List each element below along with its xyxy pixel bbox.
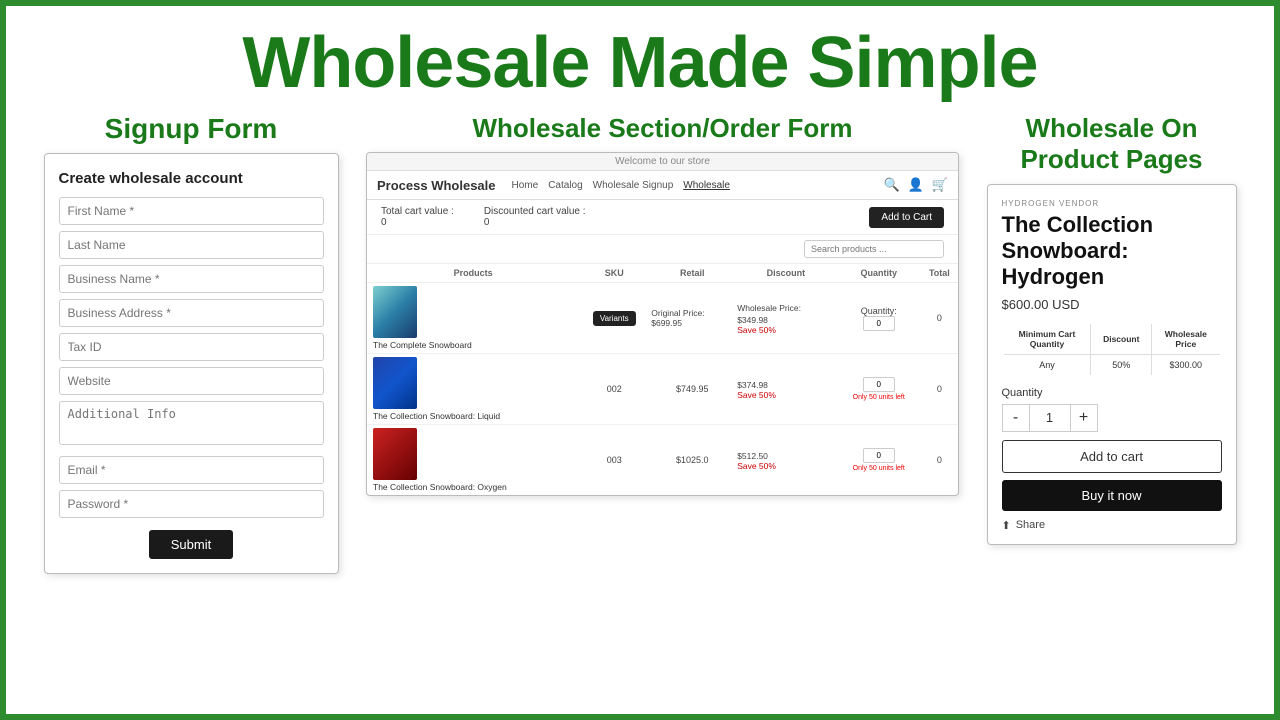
share-icon: ⬆	[1002, 519, 1011, 532]
qty-note-2: Only 50 units left	[839, 394, 919, 401]
account-icon[interactable]: 👤	[908, 177, 924, 193]
wc-brand: Process Wholesale	[377, 178, 496, 193]
section-wholesale-order: Wholesale Section/Order Form Welcome to …	[366, 113, 959, 496]
product-total-3: 0	[921, 425, 958, 496]
product-retail-1: Original Price: $699.95	[649, 283, 735, 354]
product-image-3	[373, 428, 417, 480]
product-sku-2: 002	[579, 354, 649, 425]
table-row: The Collection Snowboard: Liquid 002 $74…	[367, 354, 958, 425]
last-name-input[interactable]	[59, 231, 324, 259]
variants-button-1[interactable]: Variants	[593, 311, 636, 326]
email-input[interactable]	[59, 456, 324, 484]
qty-input-2[interactable]	[863, 377, 895, 392]
qty-plus-button[interactable]: +	[1070, 404, 1098, 432]
pc-wholesale-price-val: $300.00	[1152, 354, 1221, 376]
product-retail-3: $1025.0	[649, 425, 735, 496]
section-product-title: Wholesale OnProduct Pages	[1020, 113, 1202, 175]
product-image-1	[373, 286, 417, 338]
signup-card: Create wholesale account Submit	[44, 153, 339, 574]
search-icon[interactable]: 🔍	[883, 177, 899, 193]
product-quantity-1: Quantity:	[837, 283, 921, 354]
col-retail: Retail	[649, 264, 735, 283]
product-quantity-2: Only 50 units left	[837, 354, 921, 425]
col-products: Products	[367, 264, 579, 283]
product-total-1: 0	[921, 283, 958, 354]
submit-button[interactable]: Submit	[149, 530, 233, 559]
product-total-2: 0	[921, 354, 958, 425]
section-signup: Signup Form Create wholesale account Sub…	[36, 113, 346, 574]
qty-input-3[interactable]	[863, 448, 895, 463]
section-wholesale-title: Wholesale Section/Order Form	[473, 113, 853, 144]
nav-wholesale[interactable]: Wholesale	[683, 180, 730, 191]
qty-value-input[interactable]	[1030, 404, 1070, 432]
wc-top-bar: Welcome to our store	[367, 153, 958, 171]
nav-wholesale-signup[interactable]: Wholesale Signup	[593, 180, 674, 191]
wc-nav: Process Wholesale Home Catalog Wholesale…	[367, 171, 958, 200]
section-product-page: Wholesale OnProduct Pages HYDROGEN VENDO…	[979, 113, 1244, 545]
pc-quantity-row: - +	[1002, 404, 1222, 432]
col-quantity: Quantity	[837, 264, 921, 283]
product-name-1: The Complete Snowboard	[373, 340, 577, 350]
product-image-2	[373, 357, 417, 409]
pc-quantity-label: Quantity	[1002, 387, 1222, 399]
first-name-input[interactable]	[59, 197, 324, 225]
add-to-cart-button[interactable]: Add to cart	[1002, 440, 1222, 473]
additional-info-input[interactable]	[59, 401, 324, 445]
product-discount-1: Wholesale Price: $349.98 Save 50%	[735, 283, 837, 354]
pc-vendor: HYDROGEN VENDOR	[1002, 199, 1222, 208]
section-signup-title: Signup Form	[105, 113, 278, 145]
product-sku-3: 003	[579, 425, 649, 496]
wc-nav-links: Home Catalog Wholesale Signup Wholesale	[512, 180, 878, 191]
product-discount-3: $512.50 Save 50%	[735, 425, 837, 496]
pc-col-min-qty: Minimum CartQuantity	[1003, 323, 1091, 355]
pc-col-wholesale-price: WholesalePrice	[1152, 323, 1221, 355]
share-section[interactable]: ⬆ Share	[1002, 519, 1222, 532]
product-name-3: The Collection Snowboard: Oxygen	[373, 482, 577, 492]
qty-note-3: Only 50 units left	[839, 465, 919, 472]
wc-nav-icons: 🔍 👤 🛒	[883, 177, 948, 193]
wholesale-card: Welcome to our store Process Wholesale H…	[366, 152, 959, 496]
pc-price: $600.00 USD	[1002, 297, 1222, 312]
search-input[interactable]	[804, 240, 944, 258]
col-discount: Discount	[735, 264, 837, 283]
col-sku: SKU	[579, 264, 649, 283]
main-container: Wholesale Made Simple Signup Form Create…	[6, 6, 1274, 714]
pc-wholesale-row: Any 50% $300.00	[1003, 354, 1221, 376]
sections-row: Signup Form Create wholesale account Sub…	[36, 113, 1244, 696]
nav-catalog[interactable]: Catalog	[548, 180, 582, 191]
cart-icon[interactable]: 🛒	[932, 177, 948, 193]
table-row: The Collection Snowboard: Oxygen 003 $10…	[367, 425, 958, 496]
wc-discounted-cart-label: Discounted cart value : 0	[484, 206, 586, 228]
pc-discount-val: 50%	[1091, 354, 1152, 376]
wc-search-bar	[367, 235, 958, 264]
wc-total-cart-label: Total cart value : 0	[381, 206, 454, 228]
product-sku-1: Variants	[579, 283, 649, 354]
product-name-2: The Collection Snowboard: Liquid	[373, 411, 577, 421]
wc-cart-summary: Total cart value : 0 Discounted cart val…	[367, 200, 958, 235]
product-discount-2: $374.98 Save 50%	[735, 354, 837, 425]
nav-home[interactable]: Home	[512, 180, 539, 191]
col-total: Total	[921, 264, 958, 283]
wc-product-table: Products SKU Retail Discount Quantity To…	[367, 264, 958, 495]
main-title: Wholesale Made Simple	[36, 24, 1244, 103]
share-label: Share	[1016, 519, 1045, 531]
qty-input-1[interactable]	[863, 316, 895, 331]
table-row: The Complete Snowboard Variants Original…	[367, 283, 958, 354]
pc-wholesale-table: Minimum CartQuantity Discount WholesaleP…	[1002, 322, 1222, 377]
pc-col-discount: Discount	[1091, 323, 1152, 355]
qty-minus-button[interactable]: -	[1002, 404, 1030, 432]
pc-min-qty-val: Any	[1003, 354, 1091, 376]
business-name-input[interactable]	[59, 265, 324, 293]
product-quantity-3: Only 50 units left	[837, 425, 921, 496]
product-card: HYDROGEN VENDOR The Collection Snowboard…	[987, 184, 1237, 545]
website-input[interactable]	[59, 367, 324, 395]
signup-card-title: Create wholesale account	[59, 170, 324, 187]
add-to-cart-button[interactable]: Add to Cart	[869, 207, 944, 228]
buy-now-button[interactable]: Buy it now	[1002, 480, 1222, 511]
pc-product-title: The Collection Snowboard: Hydrogen	[1002, 212, 1222, 291]
tax-id-input[interactable]	[59, 333, 324, 361]
password-input[interactable]	[59, 490, 324, 518]
business-address-input[interactable]	[59, 299, 324, 327]
product-retail-2: $749.95	[649, 354, 735, 425]
